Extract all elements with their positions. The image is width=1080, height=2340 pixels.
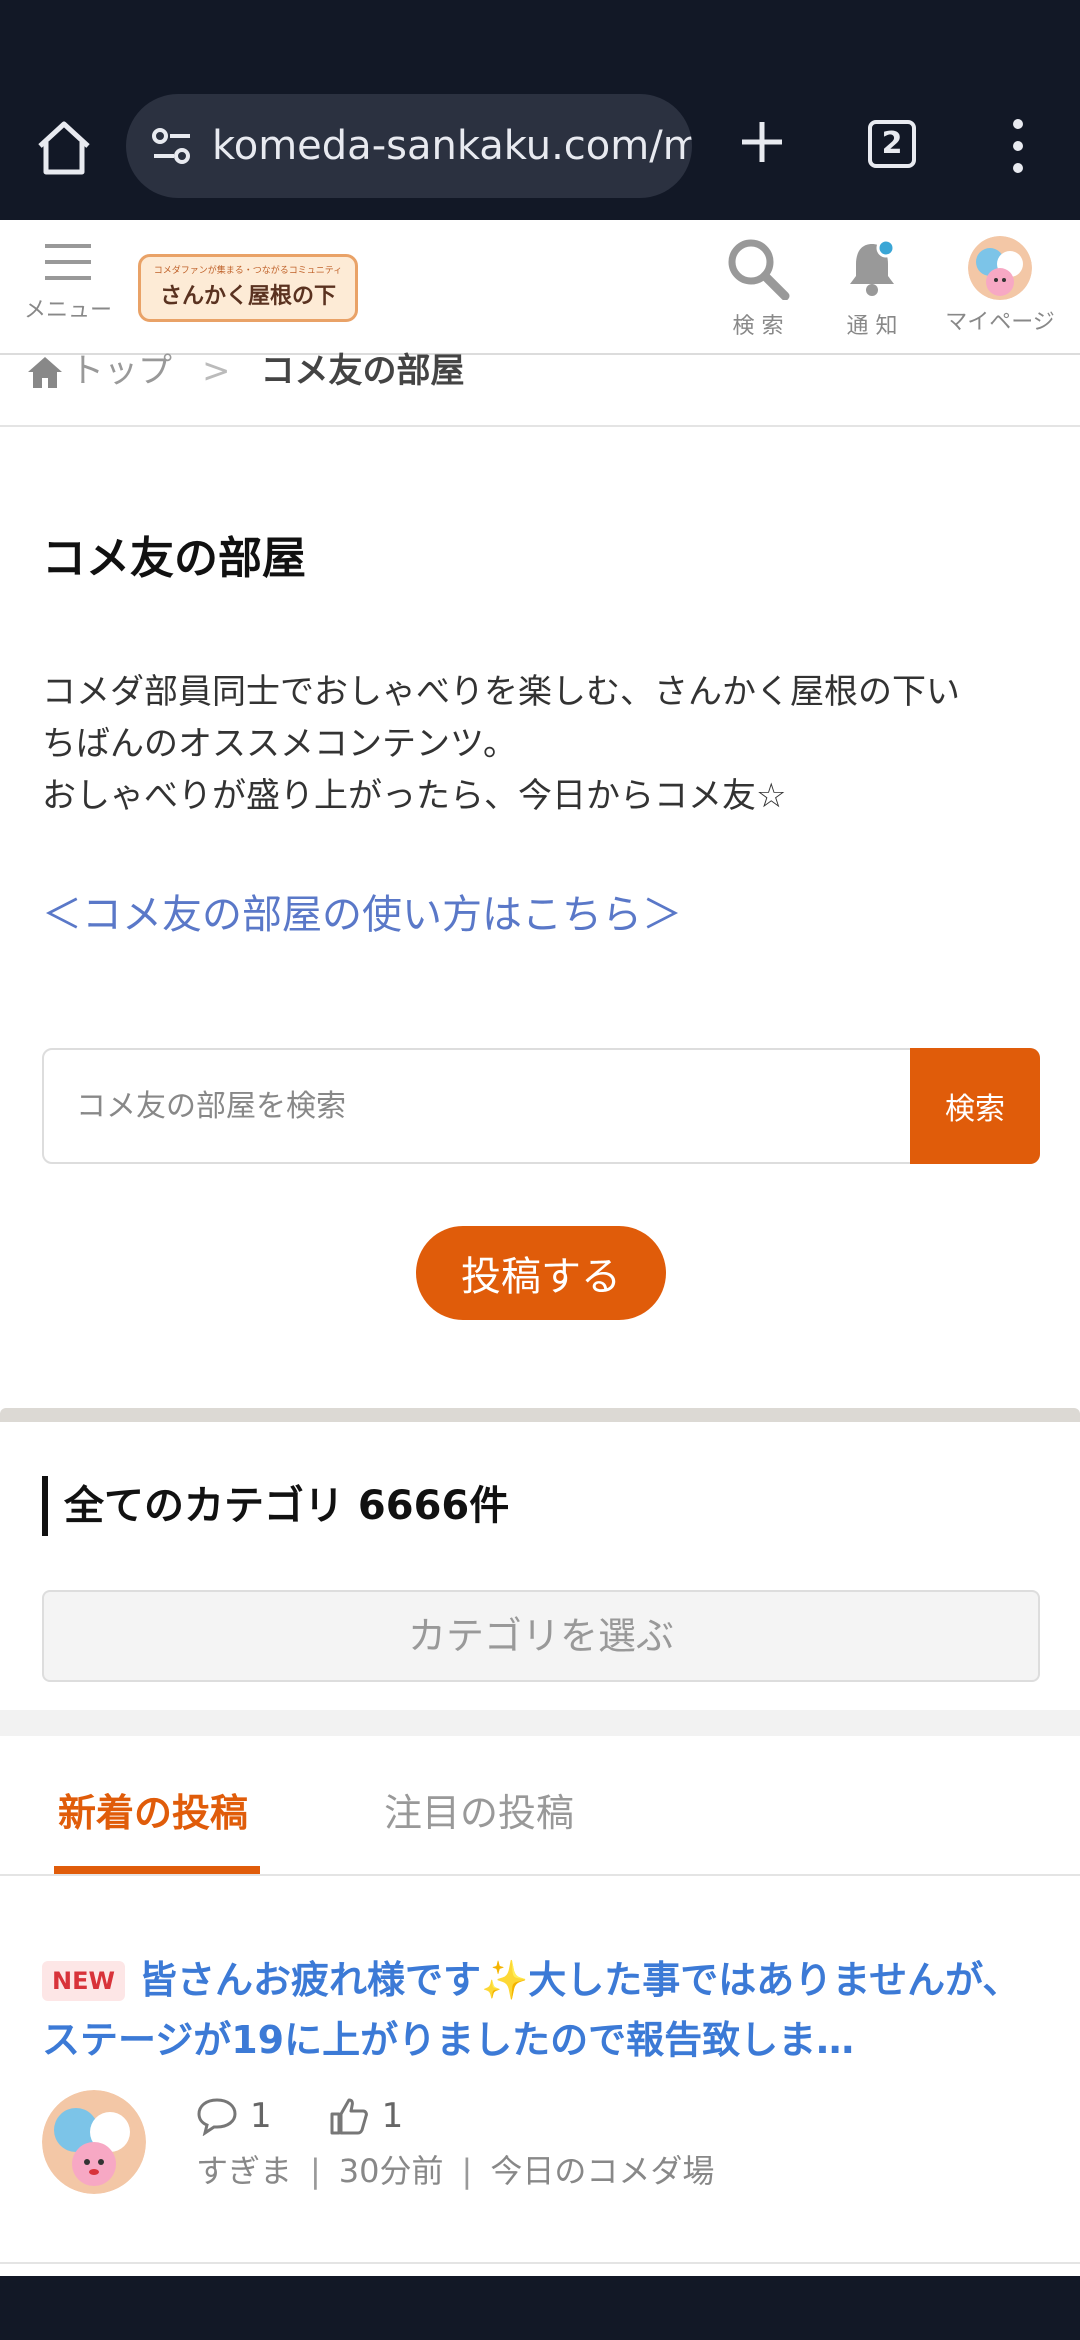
post-button[interactable]: 投稿する — [416, 1226, 666, 1320]
bell-icon — [850, 238, 896, 296]
breadcrumb: トップ > コメ友の部屋 — [0, 351, 1080, 427]
tab-hot-posts[interactable]: 注目の投稿 — [384, 1782, 574, 1837]
breadcrumb-separator: > — [202, 351, 231, 391]
thumbs-up-icon — [330, 2098, 368, 2135]
notify-label: 通 知 — [846, 314, 898, 339]
logo-tagline: コメダファンが集まる・つながるコミュニティ — [153, 266, 343, 276]
system-nav-bar — [0, 2276, 1080, 2340]
intro-line: おしゃべりが盛り上がったら、今日からコメ友☆ — [42, 776, 787, 816]
search-label: 検 索 — [732, 314, 784, 339]
list-item[interactable]: NEW 皆さんお疲れ様です✨大した事ではありませんが、ステージが19に上がりました… — [0, 1878, 1080, 2264]
room-search-input[interactable] — [44, 1050, 910, 1162]
menu-icon — [45, 244, 91, 280]
avatar[interactable] — [42, 2090, 146, 2194]
page-title: コメ友の部屋 — [42, 533, 306, 584]
new-badge: NEW — [42, 1961, 125, 2001]
address-bar[interactable]: komeda-sankaku.com/m — [126, 94, 692, 198]
comment-count: 1 — [250, 2096, 272, 2136]
post-meta: すぎま | 30分前 | 今日のコメダ場 — [196, 2152, 715, 2190]
site-settings-icon[interactable] — [150, 124, 194, 168]
site-logo[interactable]: コメダファンが集まる・つながるコミュニティ さんかく屋根の下 — [138, 254, 358, 322]
header-notify-button[interactable]: 通 知 — [832, 236, 912, 340]
intro-line: コメダ部員同士でおしゃべりを楽しむ、さんかく屋根の下い — [42, 672, 960, 712]
comment-icon — [197, 2098, 237, 2136]
site-header: メニュー コメダファンが集まる・つながるコミュニティ さんかく屋根の下 検 索 … — [0, 220, 1080, 355]
category-select[interactable]: カテゴリを選ぶ — [42, 1590, 1040, 1682]
post-tabs: 新着の投稿 注目の投稿 — [0, 1736, 1080, 1876]
plus-icon[interactable] — [730, 110, 794, 174]
home-icon[interactable] — [32, 116, 96, 180]
tab-new-posts[interactable]: 新着の投稿 — [58, 1782, 248, 1837]
house-icon — [28, 357, 62, 388]
search-icon — [728, 239, 790, 301]
breadcrumb-current: コメ友の部屋 — [260, 351, 465, 391]
howto-link[interactable]: ＜コメ友の部屋の使い方はこちら＞ — [42, 882, 682, 940]
post-category: 今日のコメダ場 — [490, 2152, 715, 2190]
post-author: すぎま — [196, 2152, 293, 2190]
post-title[interactable]: NEW 皆さんお疲れ様です✨大した事ではありませんが、ステージが19に上がりました… — [42, 1950, 1042, 2070]
like-count: 1 — [381, 2096, 404, 2136]
intro-line: ちばんのオススメコンテンツ。 — [42, 724, 517, 764]
more-icon[interactable] — [1000, 110, 1036, 182]
post-title-text: 皆さんお疲れ様です✨大した事ではありませんが、ステージが19に上がりましたので報… — [42, 1958, 1021, 2062]
section-gap — [0, 1710, 1080, 1736]
menu-button[interactable]: メニュー — [18, 240, 118, 350]
room-search-form: 検索 — [42, 1048, 1040, 1164]
browser-toolbar: komeda-sankaku.com/m 2 — [0, 80, 1080, 220]
intro-text: コメダ部員同士でおしゃべりを楽しむ、さんかく屋根の下い ちばんのオススメコンテン… — [42, 666, 1042, 822]
logo-name: さんかく屋根の下 — [159, 284, 336, 309]
active-tab-indicator — [54, 1866, 260, 1874]
url-text: komeda-sankaku.com/m — [212, 123, 692, 169]
tab-switcher-icon[interactable]: 2 — [868, 120, 916, 168]
status-bar — [0, 0, 1080, 80]
menu-label: メニュー — [23, 298, 112, 323]
mypage-label: マイページ — [945, 310, 1055, 335]
search-button[interactable]: 検索 — [910, 1048, 1040, 1164]
category-heading: 全てのカテゴリ 6666件 — [42, 1476, 509, 1536]
avatar — [968, 236, 1032, 300]
header-search-button[interactable]: 検 索 — [718, 236, 798, 340]
header-mypage-button[interactable]: マイページ — [938, 236, 1062, 336]
post-stats: 1 1 — [196, 2096, 459, 2136]
section-divider — [0, 1408, 1080, 1422]
post-time: 30分前 — [338, 2152, 444, 2190]
breadcrumb-top-link[interactable]: トップ — [70, 353, 172, 389]
